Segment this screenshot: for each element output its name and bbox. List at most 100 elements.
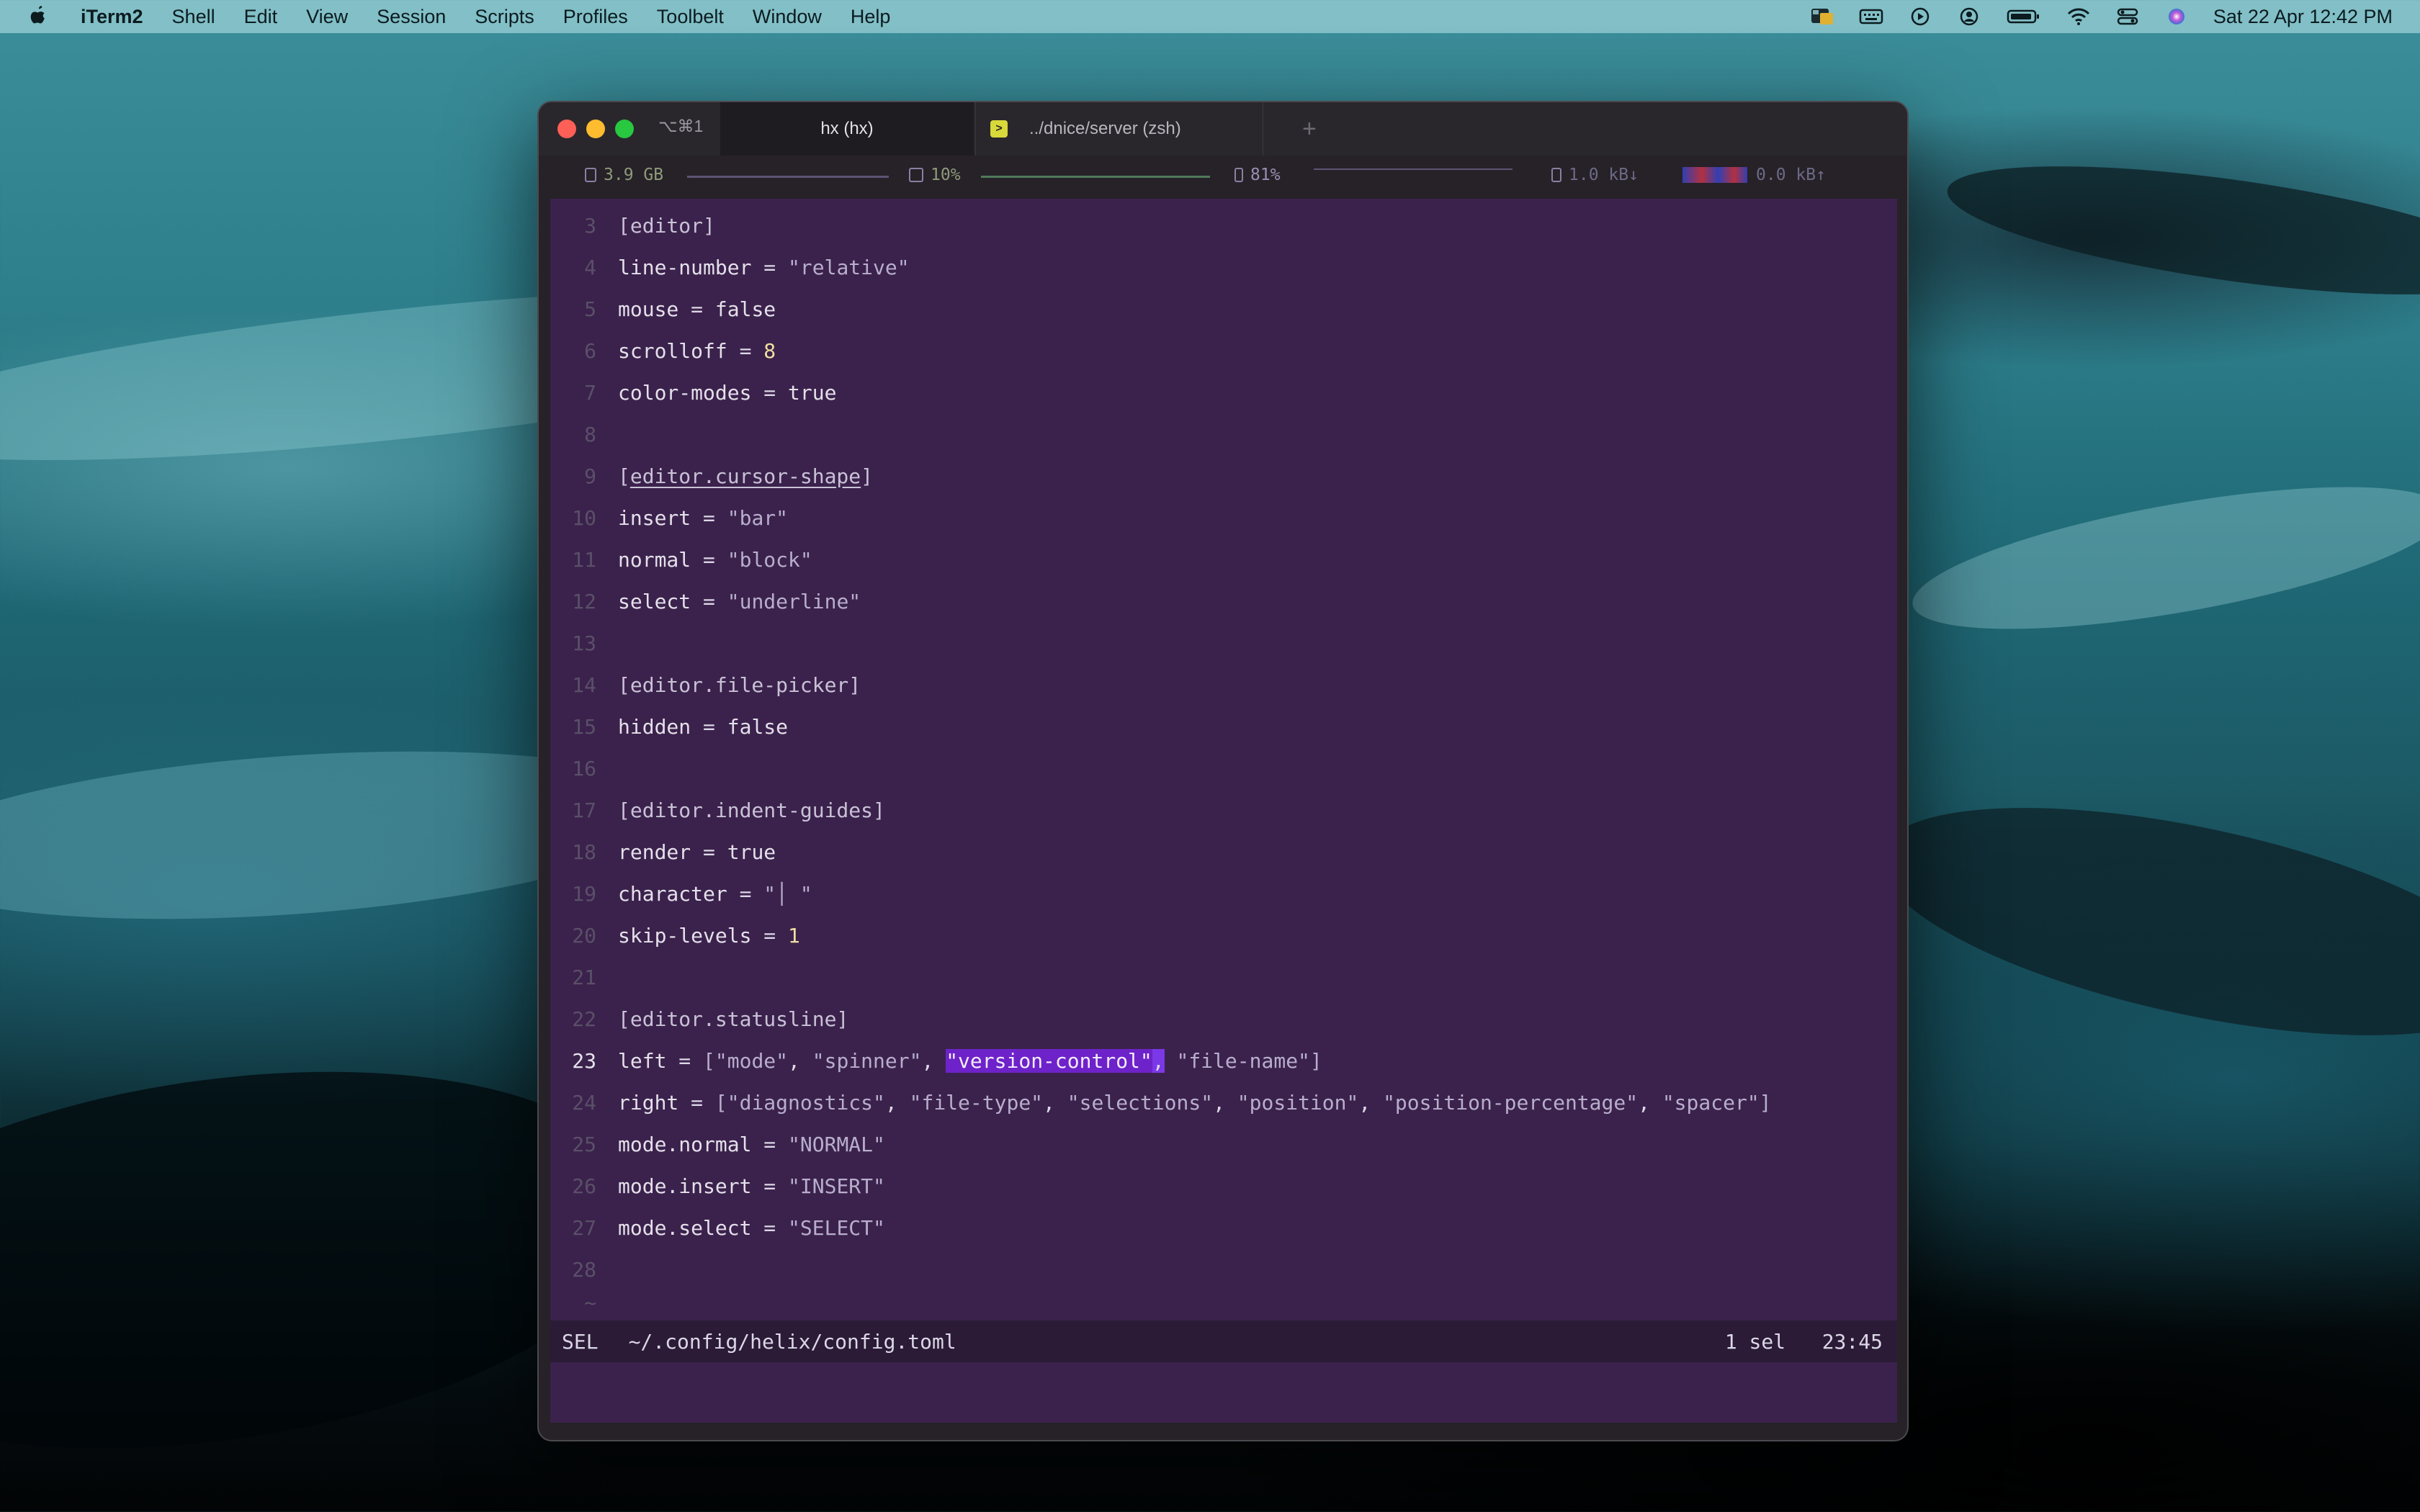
control-center-icon[interactable] xyxy=(2115,6,2140,27)
close-window-button[interactable] xyxy=(557,120,576,138)
battery-graph xyxy=(1314,168,1512,170)
wallpaper-wave xyxy=(1860,762,2420,1081)
code-line[interactable]: 7 color-modes = true xyxy=(550,372,1897,413)
tab-hx[interactable]: hx (hx) xyxy=(720,102,974,156)
code-line[interactable]: 19 character = "│ " xyxy=(550,873,1897,914)
code-line[interactable]: 9 [editor.cursor-shape] xyxy=(550,455,1897,497)
new-tab-button[interactable]: + xyxy=(1302,115,1317,143)
line-text: character = "│ " xyxy=(618,881,812,906)
line-number: 12 xyxy=(572,589,596,613)
line-text: mode.normal = "NORMAL" xyxy=(618,1132,885,1156)
text-selection[interactable]: "version-control" xyxy=(946,1048,1152,1073)
code-line[interactable]: 3 [editor] xyxy=(550,204,1897,246)
terminal-icon: > xyxy=(990,120,1008,138)
line-text: left = ["mode", "spinner", "version-cont… xyxy=(618,1048,1322,1073)
apple-logo-icon[interactable] xyxy=(29,5,49,28)
battery-icon[interactable] xyxy=(2006,6,2042,27)
menu-scripts[interactable]: Scripts xyxy=(475,6,534,28)
line-number: 15 xyxy=(572,714,596,739)
code-line[interactable]: 15 hidden = false xyxy=(550,706,1897,747)
menu-profiles[interactable]: Profiles xyxy=(563,6,628,28)
line-text: mode.select = "SELECT" xyxy=(618,1215,885,1240)
command-line[interactable] xyxy=(550,1365,1897,1407)
line-number: 8 xyxy=(584,422,596,446)
line-text: [editor.indent-guides] xyxy=(618,798,885,822)
line-text: normal = "block" xyxy=(618,547,812,572)
menu-app-name[interactable]: iTerm2 xyxy=(81,6,143,28)
code-line[interactable]: 13 xyxy=(550,622,1897,664)
code-line[interactable]: 4 line-number = "relative" xyxy=(550,246,1897,288)
code-line[interactable]: 5 mouse = false xyxy=(550,288,1897,330)
maximize-window-button[interactable] xyxy=(615,120,634,138)
mode-indicator: SEL xyxy=(562,1329,599,1354)
code-line[interactable]: 25 mode.normal = "NORMAL" xyxy=(550,1123,1897,1165)
network-up-status: 0.0 kB↑ xyxy=(1682,166,1826,184)
menu-help[interactable]: Help xyxy=(851,6,891,28)
code-line[interactable]: 8 xyxy=(550,413,1897,455)
code-line[interactable]: 12 select = "underline" xyxy=(550,580,1897,622)
line-text: color-modes = true xyxy=(618,380,837,405)
menu-edit[interactable]: Edit xyxy=(244,6,278,28)
code-line-current[interactable]: 23 left = ["mode", "spinner", "version-c… xyxy=(550,1040,1897,1081)
memory-value: 3.9 GB xyxy=(604,166,664,184)
network-up-value: 0.0 kB↑ xyxy=(1756,166,1826,184)
line-number: 25 xyxy=(572,1132,596,1156)
code-line[interactable]: 20 skip-levels = 1 xyxy=(550,914,1897,956)
wallpaper-wave xyxy=(1940,140,2420,320)
code-line[interactable]: 16 xyxy=(550,747,1897,789)
code-line[interactable]: 11 normal = "block" xyxy=(550,539,1897,580)
user-icon[interactable] xyxy=(1957,6,1981,27)
line-number: 28 xyxy=(572,1257,596,1282)
statusline-right: 1 sel 23:45 xyxy=(1725,1330,1883,1354)
cpu-icon xyxy=(909,168,923,182)
finder-app-icon[interactable] xyxy=(1810,6,1834,27)
line-number: 21 xyxy=(572,965,596,989)
code-line[interactable]: 21 xyxy=(550,956,1897,998)
tab-zsh[interactable]: > ../dnice/server (zsh) xyxy=(975,102,1263,156)
line-number: 5 xyxy=(584,297,596,321)
code-line-empty: ~ xyxy=(550,1284,1897,1320)
line-number: 10 xyxy=(572,505,596,530)
line-text: insert = "bar" xyxy=(618,505,789,530)
code-line[interactable]: 14 [editor.file-picker] xyxy=(550,664,1897,706)
code-line[interactable]: 27 mode.select = "SELECT" xyxy=(550,1207,1897,1248)
wallpaper-wave xyxy=(1903,458,2420,658)
code-line[interactable]: 17 [editor.indent-guides] xyxy=(550,789,1897,831)
code-line[interactable]: 26 mode.insert = "INSERT" xyxy=(550,1165,1897,1207)
code-line[interactable]: 10 insert = "bar" xyxy=(550,497,1897,539)
keyboard-icon[interactable] xyxy=(1859,6,1883,27)
menu-datetime[interactable]: Sat 22 Apr 12:42 PM xyxy=(2213,6,2393,28)
play-icon[interactable] xyxy=(1908,6,1932,27)
line-number: 23 xyxy=(572,1048,596,1073)
menu-view[interactable]: View xyxy=(306,6,348,28)
tab-label: hx (hx) xyxy=(820,119,874,138)
editor-statusline: SEL ~/.config/helix/config.toml 1 sel 23… xyxy=(550,1320,1897,1362)
line-number: 19 xyxy=(572,881,596,906)
code-line[interactable]: 18 render = true xyxy=(550,831,1897,873)
line-text: [editor.cursor-shape] xyxy=(618,464,874,488)
line-number: 24 xyxy=(572,1090,596,1115)
menu-window[interactable]: Window xyxy=(753,6,822,28)
menu-toolbelt[interactable]: Toolbelt xyxy=(657,6,724,28)
iterm-window: ⌥⌘1 hx (hx) > ../dnice/server (zsh) + 3.… xyxy=(537,101,1909,1441)
line-text: select = "underline" xyxy=(618,589,861,613)
minimize-window-button[interactable] xyxy=(586,120,605,138)
line-text: render = true xyxy=(618,840,776,864)
code-line[interactable]: 24 right = ["diagnostics", "file-type", … xyxy=(550,1081,1897,1123)
network-graph-icon xyxy=(1682,167,1747,183)
line-number: 11 xyxy=(572,547,596,572)
window-titlebar[interactable]: ⌥⌘1 hx (hx) > ../dnice/server (zsh) + xyxy=(539,102,1907,156)
code-line[interactable]: 22 [editor.statusline] xyxy=(550,998,1897,1040)
menu-shell[interactable]: Shell xyxy=(172,6,215,28)
line-number: 3 xyxy=(584,213,596,238)
code-line[interactable]: 6 scrolloff = 8 xyxy=(550,330,1897,372)
line-text: skip-levels = 1 xyxy=(618,923,800,948)
wifi-icon[interactable] xyxy=(2066,6,2091,27)
menu-session[interactable]: Session xyxy=(377,6,446,28)
network-icon xyxy=(1551,168,1561,182)
siri-icon[interactable] xyxy=(2164,6,2189,27)
network-down-status: 1.0 kB↓ xyxy=(1551,166,1639,184)
helix-editor[interactable]: 3 [editor] 4 line-number = "relative" 5 … xyxy=(550,199,1897,1423)
end-of-buffer-marker: ~ xyxy=(584,1290,596,1315)
memory-icon xyxy=(585,168,596,182)
